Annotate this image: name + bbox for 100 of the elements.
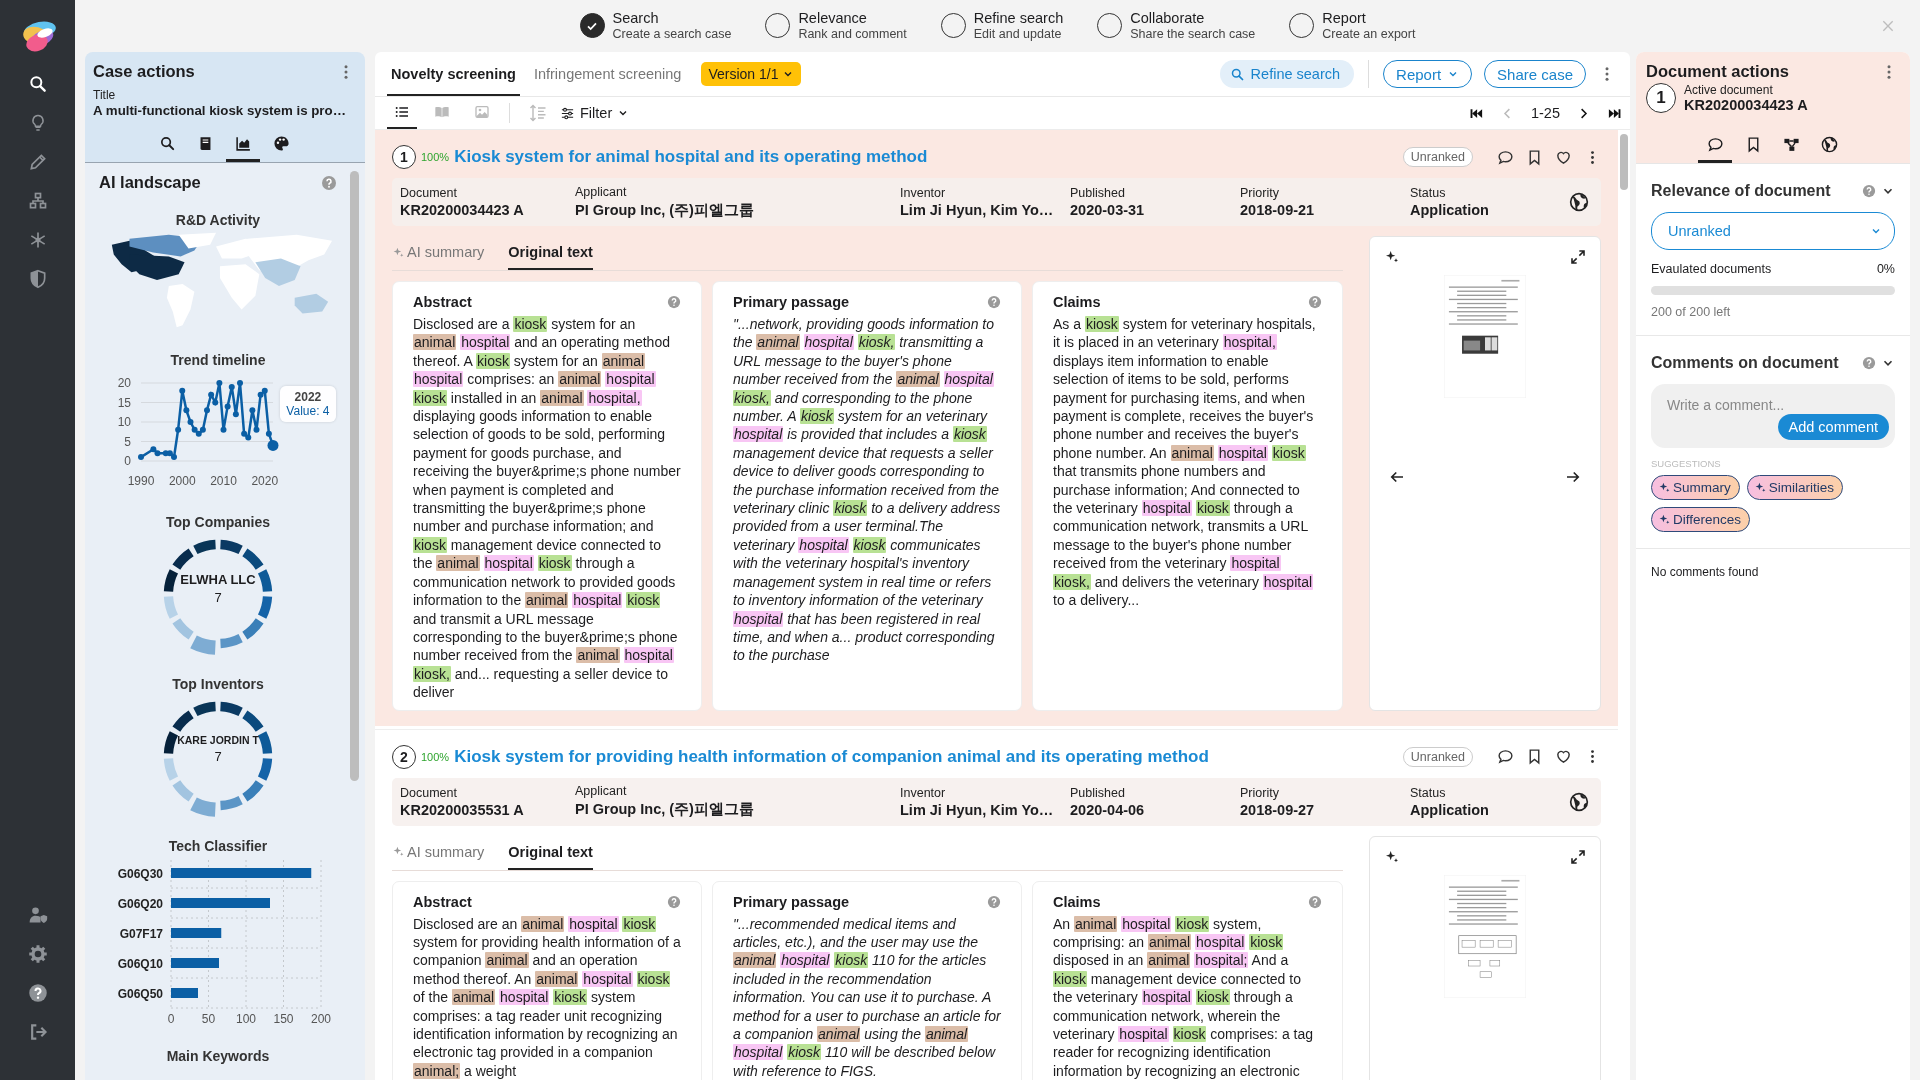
axis-label: G06Q50 — [117, 987, 163, 1001]
chart-title: Main Keywords — [165, 1048, 271, 1064]
rank-badge[interactable]: Unranked — [1402, 746, 1473, 767]
section-title: Comments on document — [1651, 354, 1839, 372]
progress-percent: 0% — [1876, 262, 1895, 276]
page-thumbnail[interactable] — [1444, 275, 1526, 398]
image-icon — [474, 104, 490, 120]
version-dropdown[interactable]: Version 1/1 — [701, 62, 802, 86]
step-indicator[interactable] — [579, 13, 605, 39]
data-point — [215, 380, 222, 386]
comment-icon — [1706, 136, 1724, 153]
field-label: Status — [1410, 186, 1447, 200]
bar — [171, 958, 219, 968]
field-value: PI Group Inc, (주)피엘그룹 — [575, 200, 755, 220]
sparkle-icon — [1753, 481, 1767, 494]
page-range: 1-25 — [1530, 105, 1560, 121]
filter-button[interactable]: Filter — [560, 105, 630, 121]
globe-icon[interactable] — [1569, 192, 1589, 212]
suggestion-chip[interactable]: Summary — [1651, 475, 1740, 500]
step-title[interactable]: Refine search — [973, 10, 1064, 28]
list-view-icon — [394, 104, 410, 120]
hierarchy-icon[interactable] — [27, 191, 48, 211]
expand-icon[interactable] — [1570, 249, 1586, 265]
data-point — [267, 439, 278, 451]
expand-icon[interactable] — [1570, 848, 1586, 865]
chart-icon — [234, 135, 252, 152]
field-label: Title — [93, 88, 117, 102]
rank-badge[interactable]: Unranked — [1402, 147, 1473, 167]
tab[interactable]: AI summary — [392, 236, 485, 270]
field-label: Priority — [1240, 186, 1280, 200]
dropdown-value: Unranked — [1668, 223, 1731, 239]
data-point — [265, 430, 272, 437]
axis-label: 150 — [273, 1012, 294, 1026]
count-label: 7 — [213, 590, 223, 605]
field-label: Published — [1070, 186, 1126, 200]
progress-label: Evaulated documents — [1651, 262, 1772, 276]
pencil-icon[interactable] — [27, 152, 48, 172]
axis-label: 2020 — [250, 474, 278, 488]
axis-label: 0 — [123, 454, 131, 468]
user-shield-icon[interactable] — [27, 905, 48, 925]
section-title: Relevance of document — [1651, 182, 1831, 200]
axis-label: 1990 — [127, 474, 154, 488]
field-value: 2020-04-06 — [1070, 801, 1146, 818]
tab[interactable]: Infringement screening — [529, 52, 686, 96]
suggestions-label: SUGGESTIONS — [1651, 458, 1722, 469]
step-title[interactable]: Collaborate — [1130, 10, 1256, 28]
step-title[interactable]: Report — [1322, 10, 1416, 28]
scrollbar[interactable] — [350, 171, 359, 781]
section-heading: Claims — [1053, 294, 1101, 310]
result-title[interactable]: Kiosk system for providing health information of companion animal and its operating method — [454, 746, 1209, 767]
step-title[interactable]: Search — [612, 10, 732, 28]
step-title[interactable]: Relevance — [798, 10, 907, 28]
axis-label: 200 — [311, 1012, 331, 1026]
step-subtitle: Create a search case — [612, 27, 732, 42]
axis-label: 2000 — [168, 474, 196, 488]
globe-icon[interactable] — [1569, 791, 1589, 812]
suggestion-chip[interactable]: Differences — [1651, 507, 1751, 532]
settings-icon[interactable] — [27, 944, 48, 964]
suggestion-chip[interactable]: Similarities — [1746, 475, 1844, 500]
chart-title: R&D Activity — [174, 212, 262, 228]
tab[interactable]: Original text — [508, 236, 593, 270]
axis-label: G06Q30 — [117, 867, 163, 881]
scrollbar[interactable] — [1620, 134, 1628, 190]
data-point — [220, 426, 226, 433]
tab[interactable]: Novelty screening — [387, 52, 520, 96]
chart-title: Trend timeline — [169, 352, 267, 368]
heart-icon[interactable] — [1555, 748, 1572, 766]
field-value: KR20200034423 A — [400, 202, 525, 218]
refine-search-button[interactable]: Refine search — [1219, 60, 1355, 88]
page-thumbnail[interactable] — [1444, 874, 1526, 998]
axis-label: 50 — [201, 1012, 216, 1026]
claims-text: As a kiosk system for veterinary hospitals, it is placed in an veterinary hospital, displays item information to enable selection of items to be sold, performs payment for purchasing items, and when payment is complete, receives the buyer's phone number and receives the buyer's phone number. An animal hospital kiosk that transmits phone numbers and purchase information; And connected to the veterinary hospital kiosk through a communication network, transmits a URL message to the buyer's phone number received from the veterinary hospital kiosk, and delivers the veterinary hospital to a delivery... — [1053, 315, 1317, 610]
case-title: A multi-functional kiosk system is pro… — [93, 103, 347, 118]
axis-label: 5 — [123, 434, 131, 449]
data-point — [178, 387, 185, 394]
field-value: 2020-03-31 — [1070, 202, 1146, 218]
tab[interactable]: AI summary — [392, 835, 485, 870]
inventor-name: KARE JORDIN T — [176, 734, 260, 746]
field-label: Active document — [1684, 83, 1774, 97]
add-comment-button[interactable]: Add comment — [1777, 414, 1889, 440]
section-heading: Primary passage — [733, 294, 850, 310]
section-heading: Claims — [1053, 893, 1101, 910]
count-label: 7 — [213, 749, 223, 764]
chart-title: Top Companies — [165, 514, 271, 530]
field-value: KR20200035531 A — [400, 801, 525, 818]
palette-icon — [272, 135, 290, 152]
search-icon[interactable] — [27, 74, 48, 94]
axis-label: G06Q20 — [117, 897, 163, 911]
match-score: 100% — [421, 151, 450, 163]
axis-label: 100 — [236, 1012, 256, 1026]
remaining-label: 200 of 200 left — [1651, 305, 1732, 319]
tab[interactable]: Original text — [508, 835, 593, 870]
axis-label: G06Q10 — [117, 957, 163, 971]
help-icon[interactable] — [27, 983, 48, 1003]
section-heading: Primary passage — [733, 893, 850, 910]
match-score: 100% — [421, 750, 450, 763]
comment-icon[interactable] — [1497, 748, 1514, 766]
comment-icon[interactable] — [1497, 148, 1514, 166]
result-number: 2 — [392, 744, 416, 769]
relevance-dropdown[interactable]: Unranked — [1651, 212, 1895, 250]
